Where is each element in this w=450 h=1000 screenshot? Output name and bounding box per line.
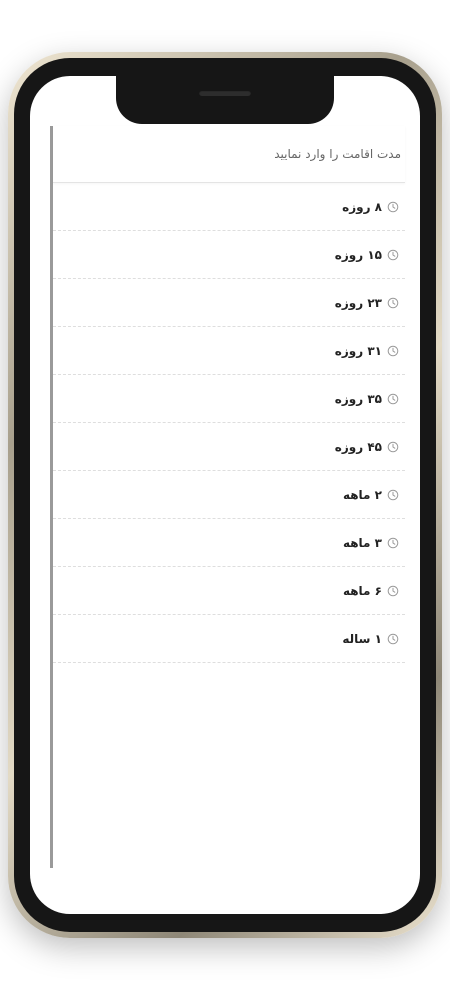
option-6-months[interactable]: ۶ ماهه: [53, 567, 405, 615]
clock-icon: [387, 585, 399, 597]
option-label: ۲ ماهه: [342, 487, 382, 502]
phone-frame: مدت اقامت را وارد نمایید ۸ روزه ۱۵ روزه: [8, 52, 442, 938]
option-label: ۱ ساله: [342, 631, 382, 646]
option-label: ۳ ماهه: [342, 535, 382, 550]
option-label: ۱۵ روزه: [334, 247, 382, 262]
dropdown-placeholder: مدت اقامت را وارد نمایید: [274, 147, 401, 161]
option-label: ۶ ماهه: [342, 583, 382, 598]
option-23-days[interactable]: ۲۳ روزه: [53, 279, 405, 327]
duration-dropdown: مدت اقامت را وارد نمایید ۸ روزه ۱۵ روزه: [50, 126, 405, 868]
dropdown-header[interactable]: مدت اقامت را وارد نمایید: [53, 126, 405, 183]
option-list: ۸ روزه ۱۵ روزه ۲۳ روزه ۳۱ روزه ۳۵ روزه ۴…: [53, 183, 405, 663]
option-15-days[interactable]: ۱۵ روزه: [53, 231, 405, 279]
option-8-days[interactable]: ۸ روزه: [53, 183, 405, 231]
option-3-months[interactable]: ۳ ماهه: [53, 519, 405, 567]
phone-screen: مدت اقامت را وارد نمایید ۸ روزه ۱۵ روزه: [30, 76, 420, 914]
option-label: ۲۳ روزه: [334, 295, 382, 310]
option-label: ۳۵ روزه: [334, 391, 382, 406]
option-31-days[interactable]: ۳۱ روزه: [53, 327, 405, 375]
clock-icon: [387, 249, 399, 261]
phone-notch: [116, 76, 334, 124]
phone-bezel: مدت اقامت را وارد نمایید ۸ روزه ۱۵ روزه: [14, 58, 436, 932]
clock-icon: [387, 201, 399, 213]
clock-icon: [387, 345, 399, 357]
clock-icon: [387, 489, 399, 501]
option-label: ۸ روزه: [342, 199, 382, 214]
clock-icon: [387, 297, 399, 309]
speaker-grille: [199, 90, 251, 96]
clock-icon: [387, 537, 399, 549]
clock-icon: [387, 441, 399, 453]
option-2-months[interactable]: ۲ ماهه: [53, 471, 405, 519]
option-45-days[interactable]: ۴۵ روزه: [53, 423, 405, 471]
clock-icon: [387, 393, 399, 405]
option-label: ۳۱ روزه: [334, 343, 382, 358]
option-1-year[interactable]: ۱ ساله: [53, 615, 405, 663]
clock-icon: [387, 633, 399, 645]
option-label: ۴۵ روزه: [334, 439, 382, 454]
option-35-days[interactable]: ۳۵ روزه: [53, 375, 405, 423]
